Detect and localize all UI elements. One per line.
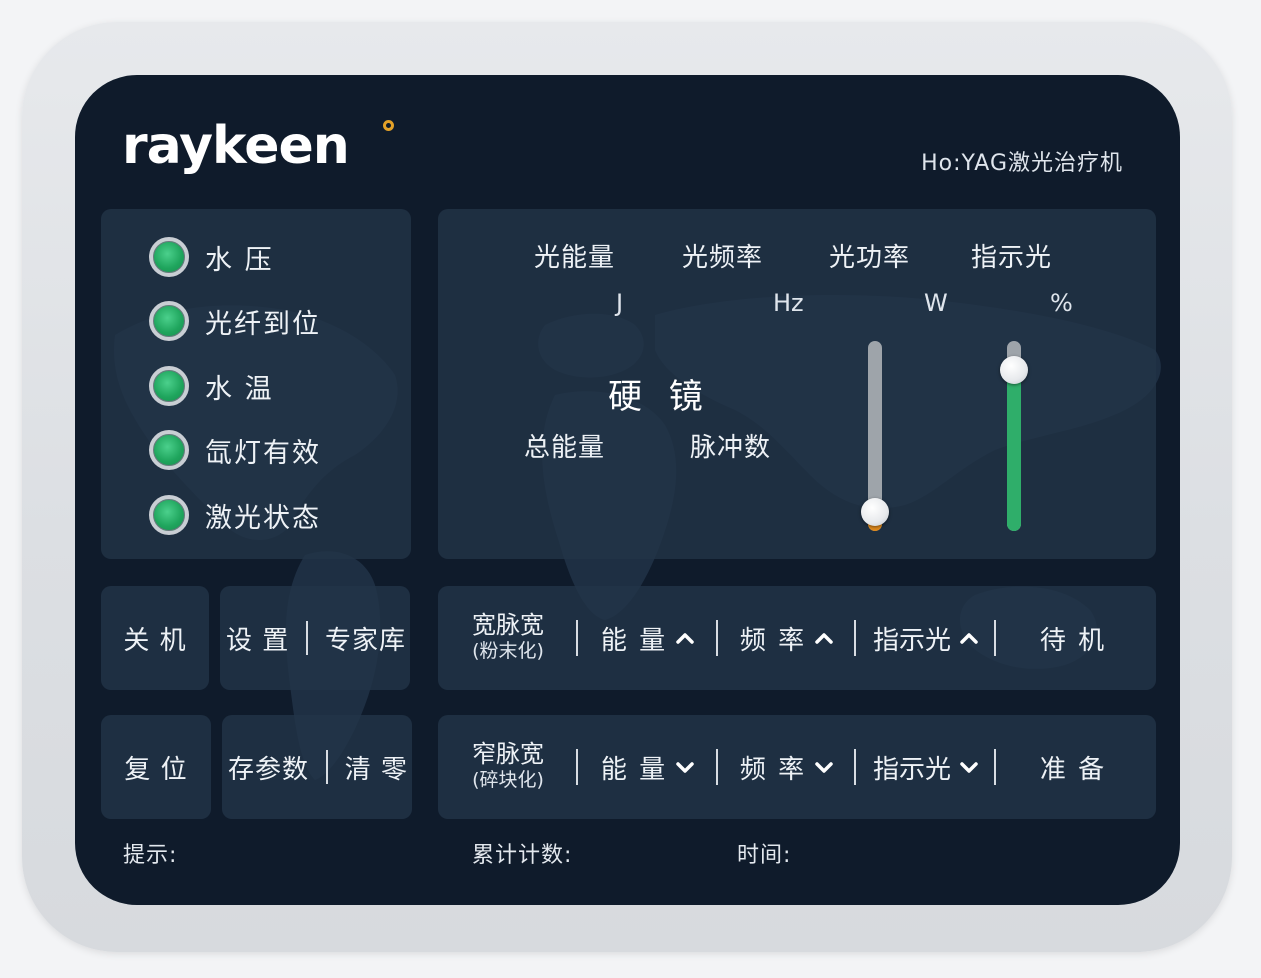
expert-library-button[interactable]: 专家库: [325, 620, 406, 657]
raykeen-logo: raykeen: [122, 116, 350, 176]
parameter-panel: 光能量 光频率 光功率 指示光 J Hz W % 硬 镜 总能量 脉冲数: [438, 209, 1156, 559]
mode-title: 窄脉宽: [472, 740, 544, 768]
chevron-up-icon: [960, 633, 978, 644]
mode-subtitle: (碎块化): [472, 769, 544, 791]
status-laser-state: 激光状态: [149, 493, 321, 537]
ready-label: 准 备: [1039, 754, 1107, 785]
aiming-slider-knob[interactable]: [1000, 355, 1028, 384]
chevron-up-icon: [815, 633, 833, 644]
divider: [994, 620, 996, 656]
frequency-down-button[interactable]: 频 率: [720, 715, 854, 819]
status-label: 氙灯有效: [205, 437, 321, 469]
narrow-pulse-bar: 窄脉宽 (碎块化) 能 量 频 率 指示光 准 备: [438, 715, 1156, 819]
frequency-label: 频 率: [739, 625, 807, 656]
led-indicator-icon: [149, 237, 189, 277]
led-indicator-icon: [149, 301, 189, 341]
power-unit: W: [924, 289, 948, 317]
led-indicator-icon: [149, 366, 189, 406]
energy-down-button[interactable]: 能 量: [580, 715, 716, 819]
device-screen: raykeen Ho:YAG激光治疗机 水 压 光纤到位 水 温 氙灯有效 激光…: [75, 75, 1180, 905]
aiming-label: 指示光: [971, 243, 1053, 273]
frequency-unit: Hz: [773, 289, 804, 317]
led-indicator-icon: [149, 495, 189, 535]
power-label: 光功率: [829, 243, 911, 273]
standby-label: 待 机: [1039, 625, 1107, 656]
status-water-pressure: 水 压: [149, 235, 274, 279]
power-slider-knob[interactable]: [861, 498, 889, 526]
settings-button[interactable]: 设 置: [226, 620, 289, 657]
mode-subtitle: (粉末化): [472, 640, 544, 662]
aiming-unit: %: [1050, 289, 1073, 317]
wide-pulse-bar: 宽脉宽 (粉末化) 能 量 频 率 指示光 待 机: [438, 586, 1156, 690]
status-label: 激光状态: [205, 502, 321, 534]
status-label: 光纤到位: [205, 308, 321, 340]
aiming-up-button[interactable]: 指示光: [858, 586, 994, 690]
divider: [576, 749, 578, 785]
status-fiber-position: 光纤到位: [149, 299, 321, 343]
logo-registered-dot: [383, 120, 394, 131]
status-water-temp: 水 温: [149, 364, 274, 408]
divider: [854, 620, 856, 656]
aiming-slider-fill: [1007, 369, 1021, 531]
energy-up-button[interactable]: 能 量: [580, 586, 716, 690]
mode-title: 宽脉宽: [472, 611, 544, 639]
save-params-button[interactable]: 存参数: [228, 749, 309, 786]
cumulative-count-label: 累计计数:: [472, 843, 573, 868]
standby-button[interactable]: 待 机: [998, 586, 1148, 690]
chevron-down-icon: [815, 762, 833, 773]
time-label: 时间:: [737, 843, 792, 868]
frequency-label: 频 率: [739, 754, 807, 785]
frequency-label: 光频率: [682, 243, 764, 273]
pulse-count-label: 脉冲数: [690, 433, 772, 463]
aiming-label: 指示光: [872, 754, 951, 785]
scope-mode: 硬 镜: [608, 377, 711, 417]
hint-label: 提示:: [123, 843, 178, 868]
divider: [716, 749, 718, 785]
device-model-title: Ho:YAG激光治疗机: [921, 151, 1123, 176]
ready-button[interactable]: 准 备: [998, 715, 1148, 819]
save-clear-group: 存参数 清 零: [222, 715, 412, 819]
energy-label: 能 量: [600, 625, 668, 656]
divider: [854, 749, 856, 785]
frequency-up-button[interactable]: 频 率: [720, 586, 854, 690]
reset-button[interactable]: 复 位: [101, 715, 211, 819]
status-label: 水 温: [205, 373, 274, 405]
aiming-down-button[interactable]: 指示光: [858, 715, 994, 819]
settings-expert-group: 设 置 专家库: [220, 586, 410, 690]
energy-label: 能 量: [600, 754, 668, 785]
status-panel: 水 压 光纤到位 水 温 氙灯有效 激光状态: [101, 209, 411, 559]
chevron-down-icon: [676, 762, 694, 773]
wide-pulse-mode-button[interactable]: 宽脉宽 (粉末化): [448, 586, 568, 690]
status-label: 水 压: [205, 244, 274, 276]
chevron-down-icon: [960, 762, 978, 773]
aiming-label: 指示光: [872, 625, 951, 656]
energy-unit: J: [616, 289, 624, 317]
chevron-up-icon: [676, 633, 694, 644]
total-energy-label: 总能量: [524, 433, 606, 463]
status-xenon-lamp: 氙灯有效: [149, 428, 321, 472]
energy-label: 光能量: [534, 243, 616, 273]
divider: [716, 620, 718, 656]
divider: [994, 749, 996, 785]
clear-button[interactable]: 清 零: [345, 749, 408, 786]
led-indicator-icon: [149, 430, 189, 470]
divider: [306, 621, 309, 655]
narrow-pulse-mode-button[interactable]: 窄脉宽 (碎块化): [448, 715, 568, 819]
shutdown-button[interactable]: 关 机: [101, 586, 209, 690]
divider: [325, 750, 328, 784]
divider: [576, 620, 578, 656]
